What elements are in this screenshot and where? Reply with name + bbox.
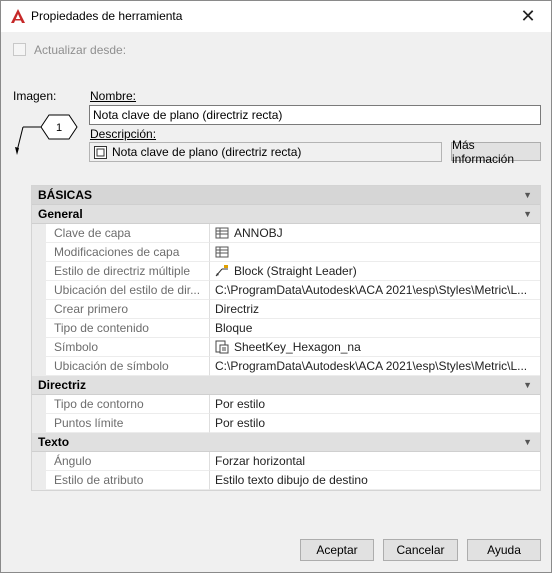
property-name: Crear primero <box>46 300 210 319</box>
chevron-down-icon[interactable]: ▼ <box>523 376 532 395</box>
cancel-button[interactable]: Cancelar <box>383 539 458 561</box>
property-row[interactable]: Modificaciones de capa <box>32 243 540 262</box>
category-basic-label: BÁSICAS <box>38 188 93 202</box>
category-general[interactable]: General ▼ <box>32 205 540 224</box>
category-label: Texto <box>38 435 70 449</box>
property-value-text: C:\ProgramData\Autodesk\ACA 2021\esp\Sty… <box>215 358 528 373</box>
property-row[interactable]: Puntos límite Por estilo <box>32 414 540 433</box>
row-gutter <box>32 471 46 490</box>
property-value[interactable]: Forzar horizontal <box>210 452 540 471</box>
help-button[interactable]: Ayuda <box>467 539 541 561</box>
category-label: General <box>38 207 83 221</box>
chevron-down-icon[interactable]: ▼ <box>523 186 532 205</box>
property-row[interactable]: Clave de capa ANNOBJ <box>32 224 540 243</box>
chevron-down-icon[interactable]: ▼ <box>523 205 532 224</box>
property-value-text: Bloque <box>215 320 253 335</box>
property-name: Símbolo <box>46 338 210 357</box>
layer-list-icon <box>215 226 229 240</box>
autocad-logo-icon <box>11 9 25 23</box>
row-gutter <box>32 281 46 300</box>
layer-list-icon <box>215 245 229 259</box>
image-label: Imagen: <box>13 89 57 103</box>
property-value[interactable]: Estilo texto dibujo de destino <box>210 471 540 490</box>
property-row[interactable]: Tipo de contenido Bloque <box>32 319 540 338</box>
property-value[interactable]: C:\ProgramData\Autodesk\ACA 2021\esp\Sty… <box>210 357 540 376</box>
property-value[interactable]: Por estilo <box>210 414 540 433</box>
row-gutter <box>32 243 46 262</box>
property-value[interactable] <box>210 243 540 262</box>
property-value[interactable]: Directriz <box>210 300 540 319</box>
symbol-number: 1 <box>56 122 62 134</box>
property-row[interactable]: Crear primero Directriz <box>32 300 540 319</box>
close-button[interactable]: ✕ <box>505 1 551 32</box>
ok-button[interactable]: Aceptar <box>300 539 374 561</box>
property-name: Puntos límite <box>46 414 210 433</box>
property-row[interactable]: Símbolo SheetKey_Hexagon_na <box>32 338 540 357</box>
property-name: Estilo de directriz múltiple <box>46 262 210 281</box>
more-info-button[interactable]: Más información <box>451 138 541 166</box>
row-gutter <box>32 338 46 357</box>
property-value[interactable]: Por estilo <box>210 395 540 414</box>
property-value-text: Forzar horizontal <box>215 453 306 468</box>
property-name: Estilo de atributo <box>46 471 210 490</box>
property-name: Ángulo <box>46 452 210 471</box>
row-gutter <box>32 300 46 319</box>
update-from-label: Actualizar desde: <box>34 43 127 57</box>
description-field[interactable]: Nota clave de plano (directriz recta) <box>89 142 442 162</box>
title-bar: Propiedades de herramienta ✕ <box>1 1 551 32</box>
property-value[interactable]: ANNOBJ <box>210 224 540 243</box>
property-value-text: Por estilo <box>215 415 266 430</box>
property-row[interactable]: Ubicación de símbolo C:\ProgramData\Autod… <box>32 357 540 376</box>
property-value[interactable]: Block (Straight Leader) <box>210 262 540 281</box>
description-label: Descripción: <box>90 127 157 141</box>
row-gutter <box>32 452 46 471</box>
name-input[interactable]: Nota clave de plano (directriz recta) <box>89 105 541 125</box>
property-value-text: Estilo texto dibujo de destino <box>215 472 368 487</box>
property-value-text: SheetKey_Hexagon_na <box>234 339 361 354</box>
property-value[interactable]: SheetKey_Hexagon_na <box>210 338 540 357</box>
row-gutter <box>32 319 46 338</box>
category-label: Directriz <box>38 378 87 392</box>
category-basic[interactable]: BÁSICAS ▼ <box>32 186 540 205</box>
row-gutter <box>32 262 46 281</box>
dialog-title: Propiedades de herramienta <box>31 9 183 23</box>
property-value-text: C:\ProgramData\Autodesk\ACA 2021\esp\Sty… <box>215 282 528 297</box>
property-value[interactable]: C:\ProgramData\Autodesk\ACA 2021\esp\Sty… <box>210 281 540 300</box>
property-row[interactable]: Ubicación del estilo de dir... C:\Program… <box>32 281 540 300</box>
property-name: Clave de capa <box>46 224 210 243</box>
property-name: Ubicación de símbolo <box>46 357 210 376</box>
property-row[interactable]: Estilo de directriz múltiple Block (Strai… <box>32 262 540 281</box>
property-value-text: Por estilo <box>215 396 266 411</box>
chevron-down-icon[interactable]: ▼ <box>523 433 532 452</box>
row-gutter <box>32 224 46 243</box>
property-row[interactable]: Estilo de atributo Estilo texto dibujo de… <box>32 471 540 490</box>
block-icon <box>215 340 229 354</box>
row-gutter <box>32 357 46 376</box>
property-name: Ubicación del estilo de dir... <box>46 281 210 300</box>
name-label: Nombre: <box>90 89 137 103</box>
property-grid: BÁSICAS ▼ General ▼ Clave de capa ANNOBJ Mod… <box>31 185 541 491</box>
description-doc-icon <box>94 146 107 159</box>
property-row[interactable]: Ángulo Forzar horizontal <box>32 452 540 471</box>
property-value-text: ANNOBJ <box>234 225 283 240</box>
property-value-text: Directriz <box>215 301 259 316</box>
update-from-checkbox[interactable] <box>13 43 26 56</box>
property-row[interactable]: Tipo de contorno Por estilo <box>32 395 540 414</box>
category-directriz[interactable]: Directriz ▼ <box>32 376 540 395</box>
property-value[interactable]: Bloque <box>210 319 540 338</box>
multileader-icon <box>215 264 229 278</box>
property-value-text: Block (Straight Leader) <box>234 263 357 278</box>
property-name: Tipo de contorno <box>46 395 210 414</box>
row-gutter <box>32 414 46 433</box>
tool-image-preview[interactable]: 1 <box>13 111 79 159</box>
close-icon: ✕ <box>520 6 536 26</box>
category-texto[interactable]: Texto ▼ <box>32 433 540 452</box>
row-gutter <box>32 395 46 414</box>
tool-properties-dialog: Propiedades de herramienta ✕ Actualizar … <box>0 0 552 573</box>
property-name: Modificaciones de capa <box>46 243 210 262</box>
description-text: Nota clave de plano (directriz recta) <box>112 145 302 159</box>
property-name: Tipo de contenido <box>46 319 210 338</box>
